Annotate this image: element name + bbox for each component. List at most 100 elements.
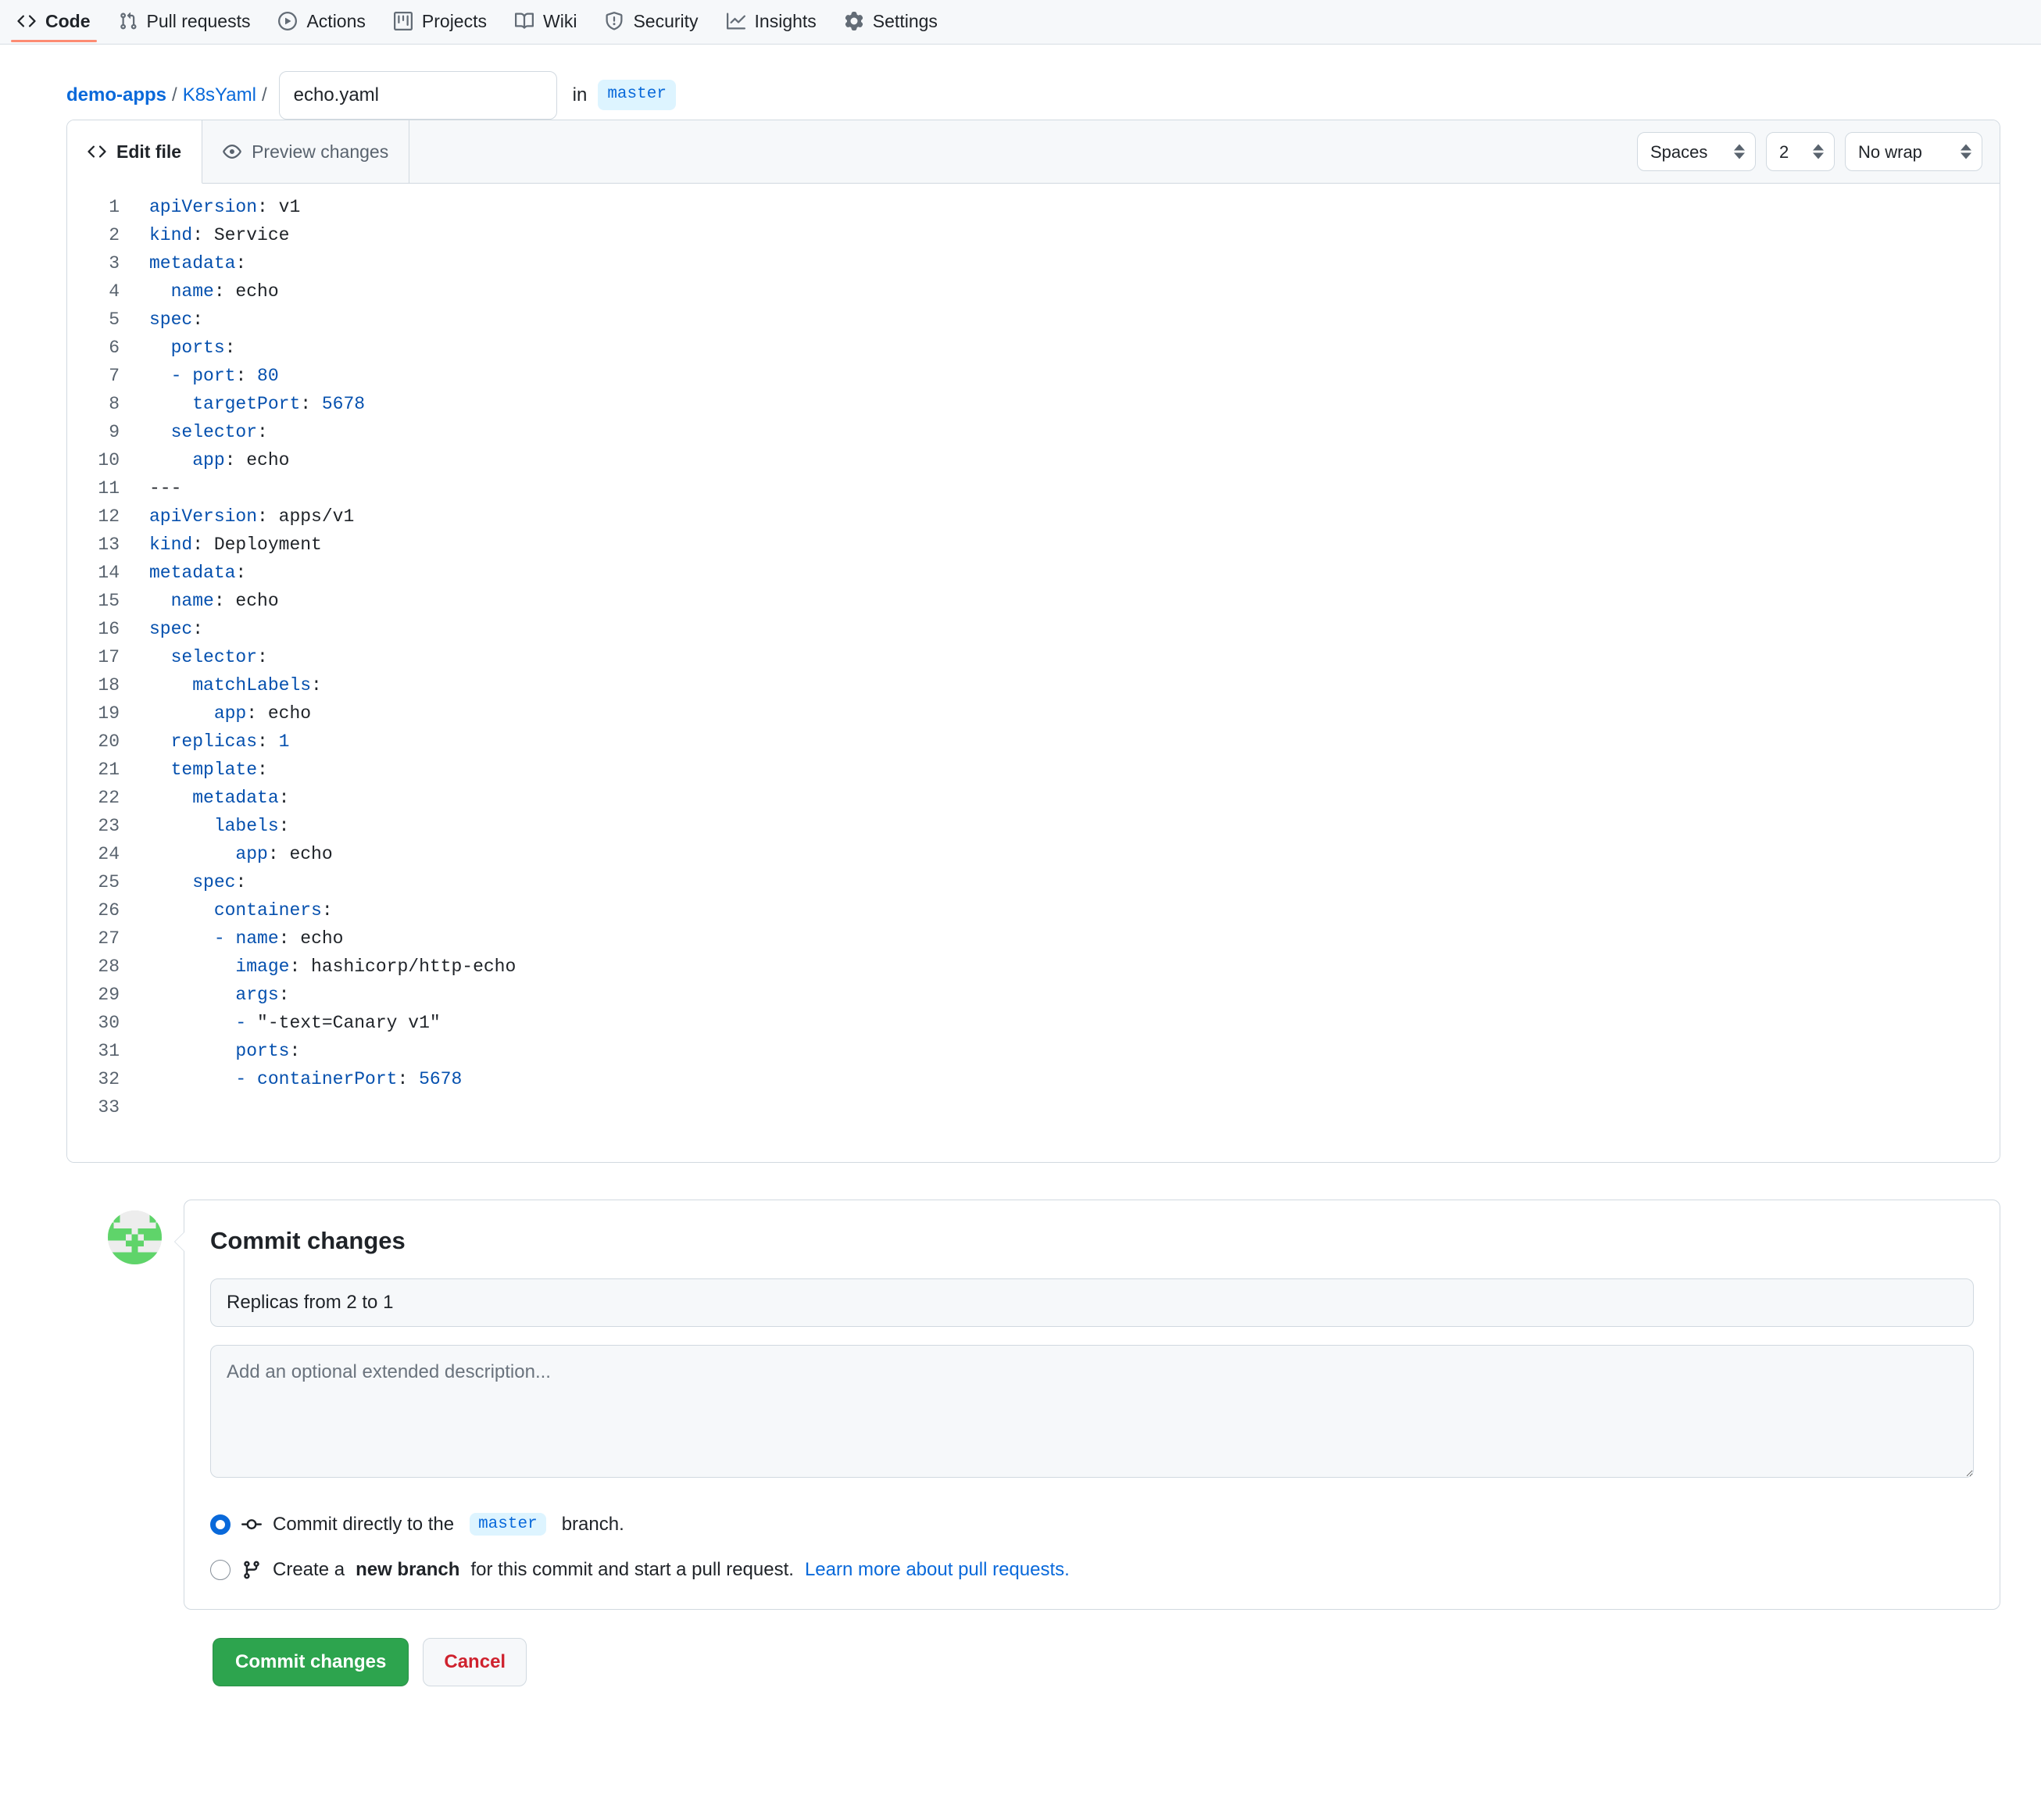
code-line-text: - port: 80 bbox=[170, 366, 279, 386]
line-number: 30 bbox=[98, 1013, 120, 1033]
line-number: 32 bbox=[98, 1069, 120, 1089]
line-number: 24 bbox=[98, 844, 120, 864]
code-line: 9 selector: bbox=[67, 418, 2000, 446]
commit-direct-text-before: Commit directly to the bbox=[273, 1513, 455, 1535]
line-number: 4 bbox=[109, 281, 120, 302]
commit-heading: Commit changes bbox=[210, 1227, 406, 1254]
radio-commit-direct[interactable] bbox=[210, 1514, 231, 1535]
breadcrumb: demo-apps / K8sYaml / in master Cancel c… bbox=[0, 45, 2041, 178]
code-line-text: kind: Deployment bbox=[149, 535, 322, 555]
line-number: 10 bbox=[98, 450, 120, 470]
repository-nav: Code Pull requests Actions Projects Wiki… bbox=[0, 0, 2041, 45]
editor-options: Spaces 2 No wrap bbox=[1637, 120, 2000, 183]
code-line: 13 kind: Deployment bbox=[67, 531, 2000, 559]
line-number: 16 bbox=[98, 619, 120, 639]
avatar bbox=[108, 1210, 162, 1264]
pull-requests-learn-more-link[interactable]: Learn more about pull requests. bbox=[805, 1559, 1070, 1581]
line-number: 19 bbox=[98, 703, 120, 724]
commit-description-textarea[interactable] bbox=[210, 1345, 1974, 1478]
line-number: 28 bbox=[98, 956, 120, 977]
code-line: 12 apiVersion: apps/v1 bbox=[67, 502, 2000, 531]
in-label: in bbox=[572, 84, 588, 105]
radio-new-branch[interactable] bbox=[210, 1560, 231, 1580]
line-number: 7 bbox=[109, 366, 120, 386]
nav-item-projects[interactable]: Projects bbox=[380, 0, 501, 42]
nav-item-label: Actions bbox=[306, 10, 366, 31]
breadcrumb-repo-link[interactable]: demo-apps bbox=[66, 84, 166, 106]
line-number: 14 bbox=[98, 563, 120, 583]
play-icon bbox=[278, 12, 298, 30]
code-line: 4 name: echo bbox=[67, 277, 2000, 306]
tab-label: Preview changes bbox=[252, 141, 389, 162]
code-line-text: template: bbox=[170, 760, 268, 780]
git-branch-icon bbox=[241, 1560, 262, 1580]
line-number: 26 bbox=[98, 900, 120, 921]
nav-item-code[interactable]: Code bbox=[3, 0, 105, 42]
code-line: 20 replicas: 1 bbox=[67, 728, 2000, 756]
filename-input[interactable] bbox=[278, 70, 557, 120]
nav-item-security[interactable]: Security bbox=[591, 0, 712, 42]
commit-message-input[interactable] bbox=[210, 1278, 1974, 1327]
code-line: 5 spec: bbox=[67, 306, 2000, 334]
new-branch-text-after: for this commit and start a pull request… bbox=[470, 1559, 794, 1580]
code-line: 17 selector: bbox=[67, 643, 2000, 671]
line-number: 21 bbox=[98, 760, 120, 780]
graph-icon bbox=[726, 12, 745, 30]
line-number: 33 bbox=[98, 1097, 120, 1117]
tab-edit-file[interactable]: Edit file bbox=[67, 120, 203, 184]
line-number: 15 bbox=[98, 591, 120, 611]
commit-direct-branch: master bbox=[470, 1513, 546, 1536]
code-line-text: labels: bbox=[213, 816, 290, 836]
code-line-text: ports: bbox=[170, 338, 236, 358]
file-editor: Edit file Preview changes Spaces 2 No wr… bbox=[66, 120, 2000, 1163]
indent-size-select-wrap: 2 bbox=[1766, 132, 1835, 171]
line-number: 25 bbox=[98, 872, 120, 892]
nav-item-pull-requests[interactable]: Pull requests bbox=[105, 0, 265, 42]
line-number: 6 bbox=[109, 338, 120, 358]
tab-preview-changes[interactable]: Preview changes bbox=[202, 120, 410, 183]
new-branch-text-before: Create a bbox=[273, 1559, 345, 1580]
code-line-text: args: bbox=[235, 985, 290, 1005]
code-line-text: image: hashicorp/http-echo bbox=[235, 956, 517, 977]
nav-item-label: Pull requests bbox=[146, 10, 251, 31]
book-icon bbox=[515, 12, 534, 30]
code-line: 28 image: hashicorp/http-echo bbox=[67, 953, 2000, 981]
code-line: 1 apiVersion: v1 bbox=[67, 193, 2000, 221]
code-line: 3 metadata: bbox=[67, 249, 2000, 277]
commit-changes-button[interactable]: Commit changes bbox=[213, 1638, 409, 1686]
code-line: 14 metadata: bbox=[67, 559, 2000, 587]
wrap-mode-select[interactable]: No wrap bbox=[1845, 132, 1982, 171]
code-line: 16 spec: bbox=[67, 615, 2000, 643]
nav-item-label: Settings bbox=[872, 10, 938, 31]
code-line: 15 name: echo bbox=[67, 587, 2000, 615]
tab-label: Edit file bbox=[116, 141, 182, 162]
nav-item-actions[interactable]: Actions bbox=[264, 0, 379, 42]
code-line-text: kind: Service bbox=[149, 225, 290, 245]
indent-size-select[interactable]: 2 bbox=[1766, 132, 1835, 171]
nav-item-wiki[interactable]: Wiki bbox=[501, 0, 591, 42]
commit-option-new-branch[interactable]: Create a new branch for this commit and … bbox=[210, 1559, 1974, 1581]
code-line-text: targetPort: 5678 bbox=[192, 394, 366, 414]
commit-option-direct[interactable]: Commit directly to the master branch. bbox=[210, 1513, 1974, 1536]
code-line-text: - "-text=Canary v1" bbox=[235, 1013, 441, 1033]
nav-item-settings[interactable]: Settings bbox=[831, 0, 952, 42]
code-line: 11 --- bbox=[67, 474, 2000, 502]
shield-icon bbox=[605, 12, 624, 30]
code-icon bbox=[17, 12, 36, 30]
code-line-text: selector: bbox=[170, 647, 268, 667]
code-line: 29 args: bbox=[67, 981, 2000, 1009]
breadcrumb-folder-link[interactable]: K8sYaml bbox=[183, 84, 256, 106]
commit-form: Commit changes Commit directly to the ma… bbox=[174, 1200, 2000, 1610]
line-number: 12 bbox=[98, 506, 120, 527]
nav-item-label: Code bbox=[45, 10, 91, 31]
code-line-text: selector: bbox=[170, 422, 268, 442]
line-number: 31 bbox=[98, 1041, 120, 1061]
nav-item-label: Projects bbox=[421, 10, 487, 31]
line-number: 3 bbox=[109, 253, 120, 274]
line-number: 9 bbox=[109, 422, 120, 442]
wrap-mode-select-wrap: No wrap bbox=[1845, 132, 1982, 171]
indent-mode-select[interactable]: Spaces bbox=[1637, 132, 1756, 171]
cancel-button[interactable]: Cancel bbox=[423, 1638, 527, 1686]
nav-item-insights[interactable]: Insights bbox=[713, 0, 831, 42]
code-editor-content[interactable]: 1 apiVersion: v1 2 kind: Service 3 metadata: 4… bbox=[67, 184, 2000, 1162]
